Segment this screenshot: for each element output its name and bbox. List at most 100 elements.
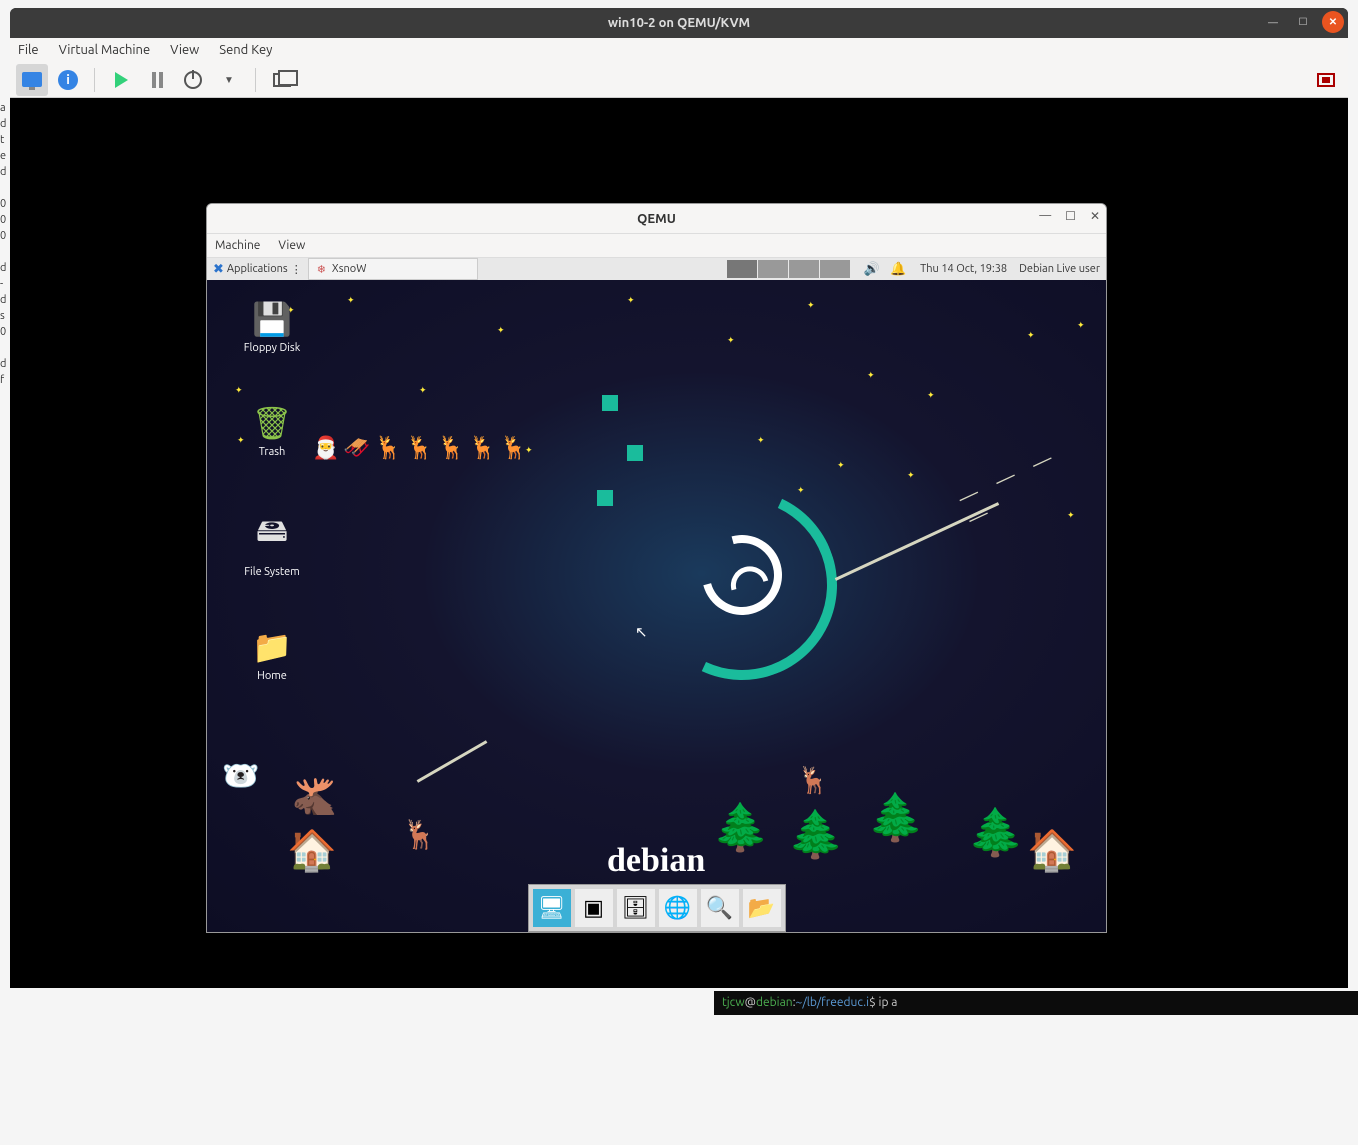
icon-label: File System [244,566,300,578]
workspace-2[interactable] [758,260,788,278]
applications-menu-button[interactable]: ✖ Applications ⋮ [207,262,308,277]
debian-swirl-logo [647,490,837,680]
outer-titlebar[interactable]: win10-2 on QEMU/KVM [10,8,1348,38]
menu-view-inner[interactable]: View [278,239,305,252]
shutdown-button[interactable] [177,64,209,96]
desktop-icon-filesystem[interactable]: 🖴File System [227,508,317,578]
show-console-button[interactable] [16,64,48,96]
power-icon [184,71,202,89]
term-path: ~/lb/freeduc.i [796,996,869,1009]
snow-particle: ✦ [1067,510,1075,521]
minimize-button[interactable] [1262,11,1284,33]
icon-label: Floppy Disk [244,342,301,354]
inner-minimize-button[interactable]: — [1039,209,1051,223]
workspace-4[interactable] [820,260,850,278]
virt-manager-window: win10-2 on QEMU/KVM File Virtual Machine… [10,8,1348,988]
debian-wordmark: debian [607,842,705,880]
chevron-down-icon: ▼ [224,74,234,86]
close-button[interactable] [1322,11,1344,33]
xsnow-tree: 🌲 [787,807,844,862]
trash-icon: 🗑 [227,404,317,442]
info-icon: i [58,70,78,90]
menu-virtual-machine[interactable]: Virtual Machine [59,43,151,57]
host-terminal-strip[interactable]: tjcw@debian:~/lb/freeduc.i$ ip a [714,991,1358,1015]
dock-web-browser[interactable]: 🌐 [659,889,697,927]
pause-button[interactable] [141,64,173,96]
shutdown-menu-button[interactable]: ▼ [213,64,245,96]
dock-app-finder[interactable]: 🔍 [701,889,739,927]
run-button[interactable] [105,64,137,96]
inner-menubar: Machine View [207,234,1106,258]
dock-terminal[interactable]: ▣ [575,889,613,927]
floppy-icon: 💾 [227,300,317,338]
snow-particle: ✦ [497,325,505,336]
qemu-window: QEMU — ☐ ✕ Machine View ✖ Applications ⋮ [206,203,1107,933]
menu-view[interactable]: View [170,43,199,57]
xfce-top-panel: ✖ Applications ⋮ ❄ XsnoW 🔊 🔔 [207,258,1106,280]
xsnow-tree: 🌲 [712,800,769,855]
snow-particle: ✦ [927,390,935,401]
inner-close-button[interactable]: ✕ [1090,209,1100,223]
snapshots-button[interactable] [266,64,298,96]
xsnow-moose: 🫎 [292,775,337,818]
dock-home-folder[interactable]: 📂 [743,889,781,927]
monitor-icon [22,72,42,87]
outer-toolbar: i ▼ [10,62,1348,98]
inner-window-title: QEMU [207,212,1106,226]
xsnow-house: 🏠 [287,827,337,874]
desktop-icons: 💾 Floppy Disk 🗑 Trash 🖴File System 📁Home [227,300,317,682]
snow-particle: ✦ [807,300,815,311]
desktop-icon-trash[interactable]: 🗑 Trash [227,404,317,458]
menu-file[interactable]: File [18,43,39,57]
fullscreen-icon [1317,73,1335,87]
desktop-icon-floppy[interactable]: 💾 Floppy Disk [227,300,317,354]
fullscreen-button[interactable] [1310,64,1342,96]
workspace-1[interactable] [727,260,757,278]
toolbar-separator [255,68,256,92]
user-menu[interactable]: Debian Live user [1013,263,1106,275]
snow-particle: ✦ [525,445,533,456]
wallpaper-dashes: — — — — [954,426,1106,531]
dock-show-desktop[interactable]: 🖥 [533,889,571,927]
menu-machine[interactable]: Machine [215,239,260,252]
snow-particle: ✦ [837,460,845,471]
snow-particle: ✦ [627,295,635,306]
snow-particle: ✦ [867,370,875,381]
pause-icon [152,72,163,88]
applications-label: Applications [227,263,288,275]
snow-particle: ✦ [757,435,765,446]
snow-particle: ✦ [907,470,915,481]
term-host: debian [756,996,793,1009]
inner-maximize-button[interactable]: ☐ [1065,209,1076,223]
snow-particle: ✦ [727,335,735,346]
maximize-button[interactable] [1292,11,1314,33]
xsnow-tree: 🌲 [967,805,1024,860]
dock-file-manager[interactable]: 🗄 [617,889,655,927]
xsnow-santa-sleigh: 🎅🛷🦌🦌🦌🦌🦌 [312,435,532,461]
term-user: tjcw [722,996,745,1009]
play-icon [115,72,128,88]
xfce-desktop[interactable]: ✦✦✦✦✦✦✦✦✦✦✦✦✦✦✦✦✦✦✦ — — — — debian 💾Flop… [207,280,1106,932]
snow-particle: ✦ [419,385,427,396]
volume-icon[interactable]: 🔊 [864,262,880,277]
folder-home-icon: 📁 [227,628,317,666]
show-details-button[interactable]: i [52,64,84,96]
workspace-switcher[interactable] [727,260,850,278]
xsnow-tree: 🌲 [867,790,924,845]
snow-particle: ✦ [347,295,355,306]
mouse-cursor: ↖ [635,623,648,641]
toolbar-separator [94,68,95,92]
menu-separator-icon: ⋮ [291,263,302,276]
workspace-3[interactable] [789,260,819,278]
menu-send-key[interactable]: Send Key [219,43,272,57]
xsnow-reindeer: 🦌 [797,765,829,796]
taskbar-item-xsnow[interactable]: ❄ XsnoW [308,258,478,280]
notifications-icon[interactable]: 🔔 [890,262,906,277]
outer-menubar: File Virtual Machine View Send Key [10,38,1348,62]
xsnow-house: 🏠 [1027,827,1077,874]
desktop-icon-home[interactable]: 📁Home [227,628,317,682]
clock[interactable]: Thu 14 Oct, 19:38 [914,263,1013,275]
icon-label: Trash [259,446,286,458]
term-command: ip a [879,996,898,1009]
inner-titlebar[interactable]: QEMU — ☐ ✕ [207,204,1106,234]
